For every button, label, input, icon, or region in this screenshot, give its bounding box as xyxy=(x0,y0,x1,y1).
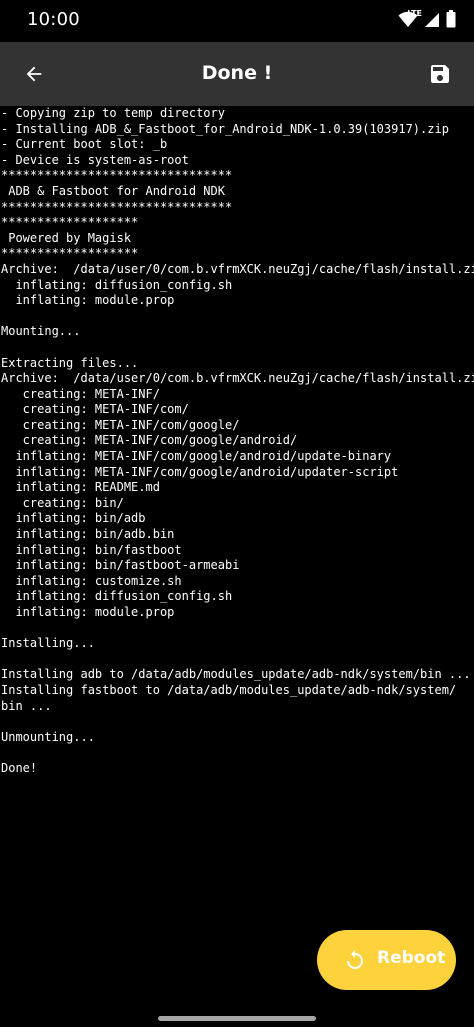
console-line: inflating: bin/adb xyxy=(1,511,146,526)
save-icon xyxy=(431,65,449,83)
console-output: - Copying zip to temp directory - Install… xyxy=(0,106,474,846)
console-line: ADB & Fastboot for Android NDK xyxy=(1,183,225,198)
console-line: - Device is system-as-root xyxy=(1,152,189,167)
status-time: 10:00 xyxy=(27,9,80,30)
console-line: Installing adb to /data/adb/modules_upda… xyxy=(1,667,471,682)
status-icons xyxy=(398,10,456,28)
wifi-icon xyxy=(398,11,418,27)
cell-signal-icon xyxy=(425,13,439,27)
console-line: - Current boot slot: _b xyxy=(1,137,168,152)
console-line: ******************************** xyxy=(1,168,233,183)
console-line: creating: META-INF/com/ xyxy=(1,402,189,417)
console-line: Installing... xyxy=(1,636,95,651)
console-line: inflating: META-INF/com/google/android/u… xyxy=(1,449,392,464)
console-line: creating: META-INF/com/google/ xyxy=(1,417,240,432)
console-line: inflating: bin/adb.bin xyxy=(1,527,175,542)
console-line: inflating: diffusion_config.sh xyxy=(1,589,233,604)
navigation-handle[interactable] xyxy=(158,1016,316,1021)
battery-icon xyxy=(446,10,456,28)
status-bar: 10:00 LTE xyxy=(0,0,474,42)
console-line: inflating: diffusion_config.sh xyxy=(1,277,233,292)
console-line: Archive: /data/user/0/com.b.vfrmXCK.neuZ… xyxy=(1,261,474,276)
console-line: inflating: README.md xyxy=(1,480,160,495)
console-line: creating: META-INF/ xyxy=(1,386,160,401)
console-line: Done! xyxy=(1,760,38,775)
page-title: Done ! xyxy=(201,62,273,84)
console-line: ******************* xyxy=(1,246,139,261)
console-line: creating: META-INF/com/google/android/ xyxy=(1,433,298,448)
console-line: ******************* xyxy=(1,215,139,230)
console-line: inflating: META-INF/com/google/android/u… xyxy=(1,464,399,479)
reboot-button[interactable]: Reboot xyxy=(317,930,456,990)
restart-icon xyxy=(347,950,363,969)
console-line: ******************************** xyxy=(1,199,233,214)
app-bar: Done ! xyxy=(0,42,474,106)
console-line: Powered by Magisk xyxy=(1,230,132,245)
console-line: inflating: customize.sh xyxy=(1,573,182,588)
console-line: - Installing ADB_&_Fastboot_for_Android_… xyxy=(1,121,449,136)
console-line: - Copying zip to temp directory xyxy=(1,106,225,120)
save-log-button[interactable] xyxy=(420,54,460,94)
console-line: inflating: bin/fastboot-armeabi xyxy=(1,558,240,573)
console-line: bin ... xyxy=(1,698,52,713)
console-line: inflating: module.prop xyxy=(1,605,175,619)
console-line: inflating: module.prop xyxy=(1,293,175,308)
console-line: creating: bin/ xyxy=(1,495,124,510)
console-line: Mounting... xyxy=(1,324,81,339)
console-line: Archive: /data/user/0/com.b.vfrmXCK.neuZ… xyxy=(1,371,474,386)
reboot-label: Reboot xyxy=(377,948,446,968)
console-line: Installing fastboot to /data/adb/modules… xyxy=(1,682,457,697)
console-line: Extracting files... xyxy=(1,355,139,370)
console-line: inflating: bin/fastboot xyxy=(1,542,182,557)
console-line: Unmounting... xyxy=(1,729,95,744)
